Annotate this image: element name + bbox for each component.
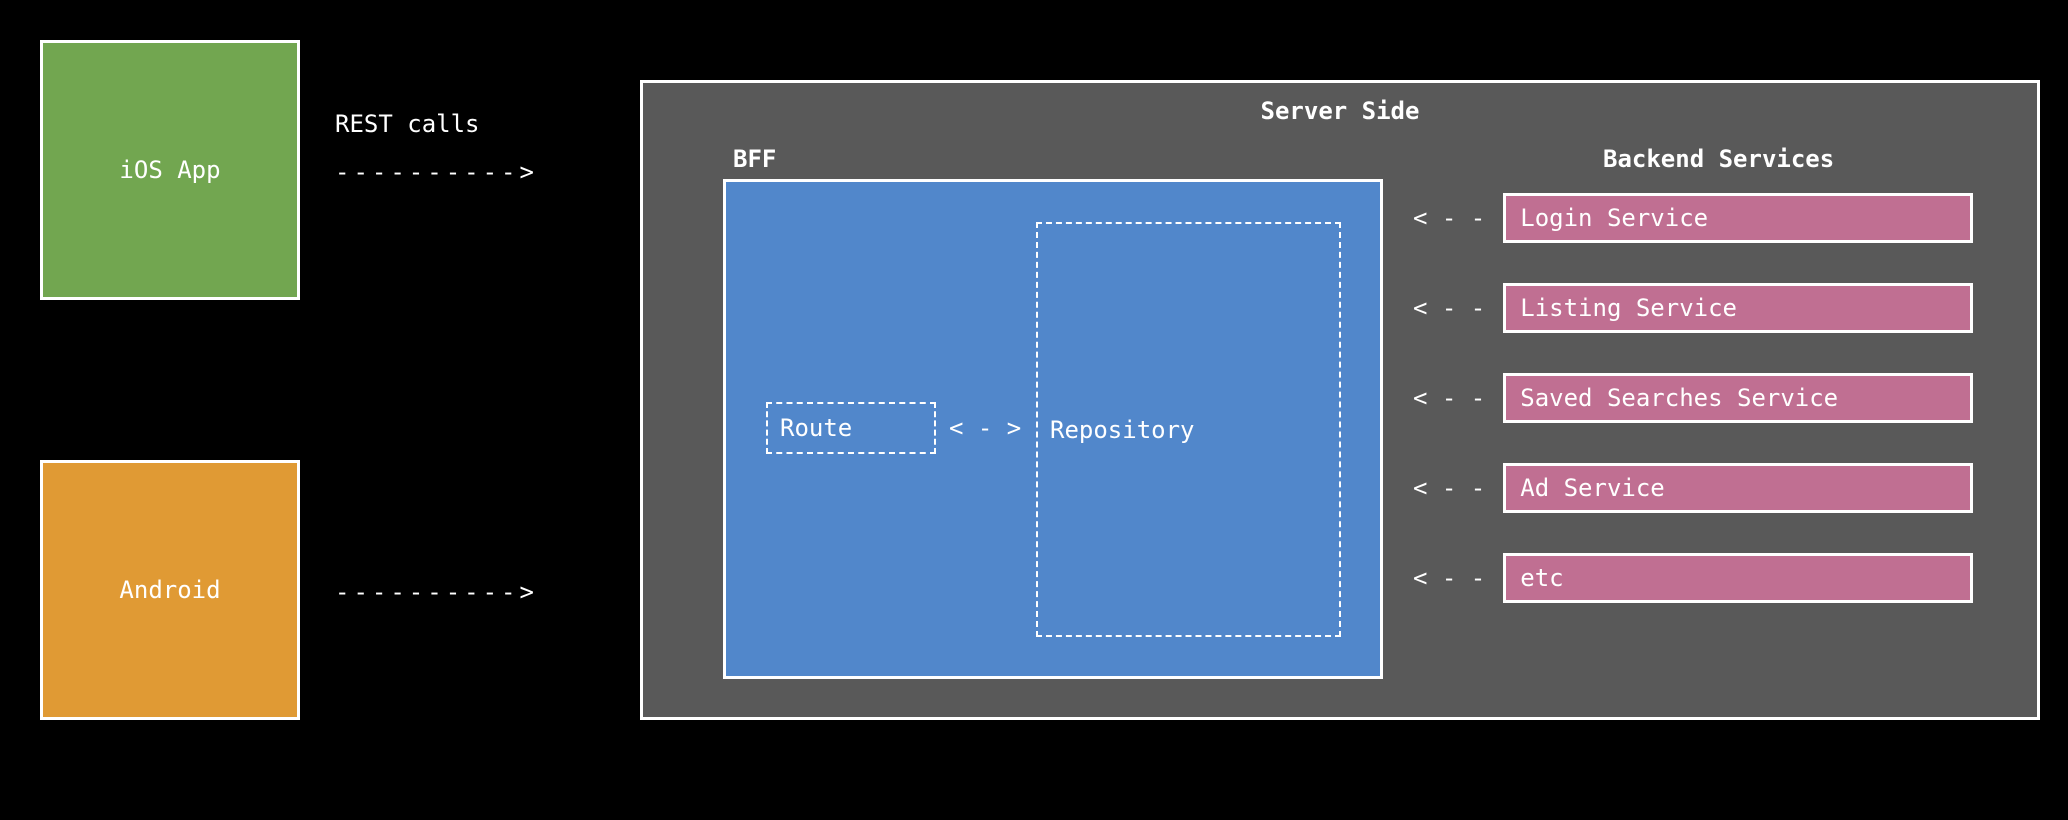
etc-service-label: etc	[1520, 564, 1563, 592]
saved-searches-service-box: Saved Searches Service	[1503, 373, 1973, 423]
listing-service-box: Listing Service	[1503, 283, 1973, 333]
saved-searches-service-label: Saved Searches Service	[1520, 384, 1838, 412]
service-row-login: < - - Login Service	[1413, 193, 1973, 243]
ios-to-server-arrow: ---------->	[335, 158, 538, 186]
service-arrow-icon: < - -	[1413, 294, 1485, 322]
backend-services-title: Backend Services	[1603, 145, 1834, 173]
repository-label: Repository	[1050, 416, 1195, 444]
android-client-box: Android	[40, 460, 300, 720]
listing-service-label: Listing Service	[1520, 294, 1737, 322]
service-row-saved-searches: < - - Saved Searches Service	[1413, 373, 1973, 423]
route-repo-arrow: < - >	[949, 414, 1021, 442]
ios-client-box: iOS App	[40, 40, 300, 300]
bff-label: BFF	[733, 145, 776, 173]
ios-client-label: iOS App	[119, 156, 220, 184]
etc-service-box: etc	[1503, 553, 1973, 603]
route-label: Route	[780, 414, 852, 442]
server-side-panel: Server Side BFF Route < - > Repository B…	[640, 80, 2040, 720]
service-arrow-icon: < - -	[1413, 474, 1485, 502]
rest-calls-label: REST calls	[335, 110, 480, 138]
bff-box: Route < - > Repository	[723, 179, 1383, 679]
repository-box: Repository	[1036, 222, 1341, 637]
service-arrow-icon: < - -	[1413, 204, 1485, 232]
service-arrow-icon: < - -	[1413, 564, 1485, 592]
android-client-label: Android	[119, 576, 220, 604]
service-arrow-icon: < - -	[1413, 384, 1485, 412]
ad-service-box: Ad Service	[1503, 463, 1973, 513]
service-row-etc: < - - etc	[1413, 553, 1973, 603]
route-box: Route	[766, 402, 936, 454]
diagram-canvas: iOS App Android REST calls ----------> -…	[0, 0, 2068, 820]
server-side-title: Server Side	[643, 97, 2037, 125]
android-to-server-arrow: ---------->	[335, 578, 538, 606]
login-service-box: Login Service	[1503, 193, 1973, 243]
service-row-listing: < - - Listing Service	[1413, 283, 1973, 333]
login-service-label: Login Service	[1520, 204, 1708, 232]
ad-service-label: Ad Service	[1520, 474, 1665, 502]
service-row-ad: < - - Ad Service	[1413, 463, 1973, 513]
